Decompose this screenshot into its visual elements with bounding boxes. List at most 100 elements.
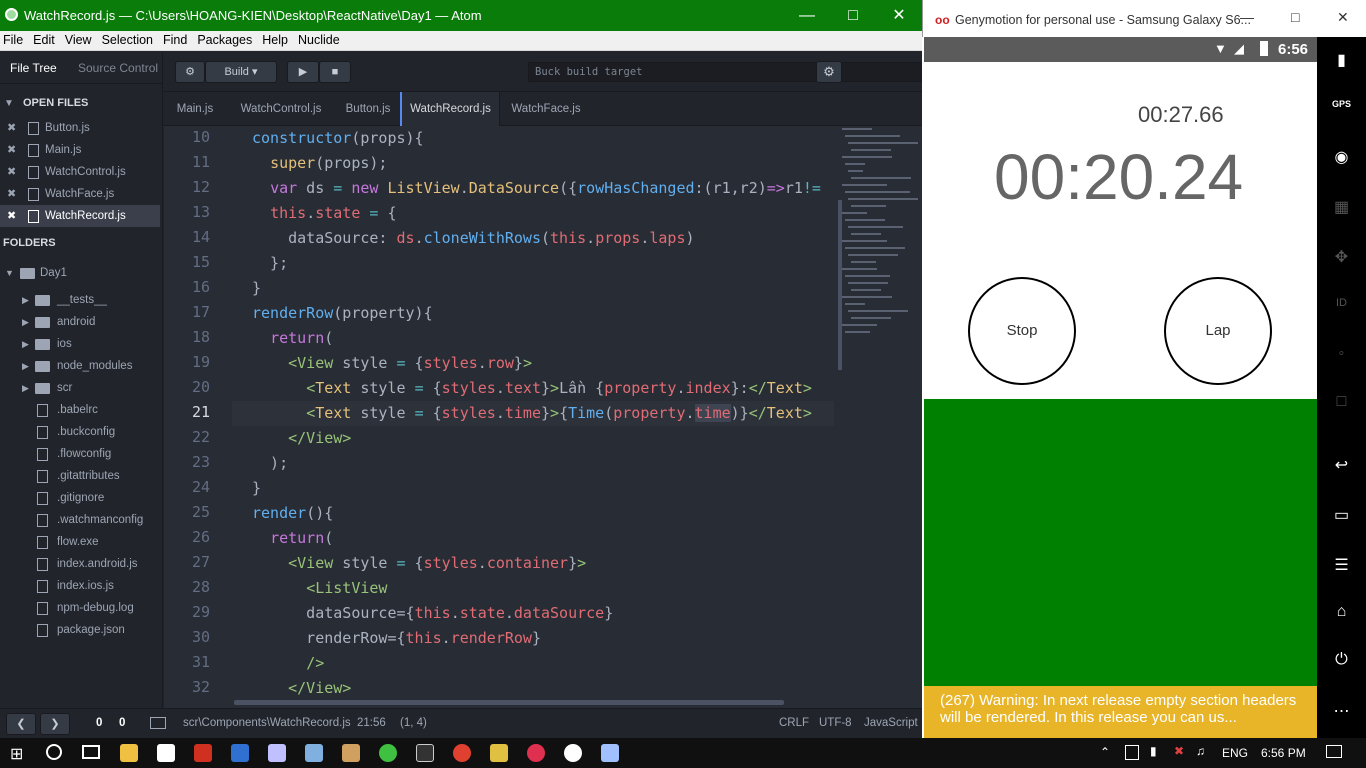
store-icon[interactable]	[157, 744, 175, 762]
file-item[interactable]: .flowconfig	[0, 443, 160, 465]
action-center-icon[interactable]	[1326, 745, 1342, 758]
build-tool-icon[interactable]: ⚙	[175, 61, 205, 83]
windows-start-icon[interactable]: ⊞	[10, 744, 23, 764]
app-icon[interactable]	[305, 744, 323, 762]
stop-icon[interactable]: ■	[319, 61, 351, 83]
app-icon[interactable]	[268, 744, 286, 762]
folders-header[interactable]: FOLDERS	[3, 237, 56, 249]
horizontal-scrollbar[interactable]	[234, 700, 784, 705]
taskbar-clock[interactable]: 6:56 PM	[1261, 746, 1306, 760]
close-file-icon[interactable]: ✖	[7, 205, 16, 227]
atom-taskbar-icon[interactable]	[379, 744, 397, 762]
folder-item[interactable]: ▶ __tests__	[0, 289, 160, 311]
capture-icon[interactable]: ▦	[1317, 197, 1366, 217]
buck-target-input[interactable]: Buck build target	[528, 62, 966, 82]
nav-forward-icon[interactable]: ❯	[40, 713, 70, 735]
id-icon[interactable]: ID	[1317, 297, 1366, 309]
genymotion-icon[interactable]	[527, 744, 545, 762]
close-file-icon[interactable]: ✖	[7, 139, 16, 161]
sms-icon[interactable]: □	[1317, 393, 1366, 411]
menu-edit[interactable]: Edit	[31, 31, 62, 47]
tab-button-js[interactable]: Button.js	[336, 92, 400, 126]
file-path[interactable]: scr\Components\WatchRecord.js	[183, 717, 351, 729]
menu-icon[interactable]: ☰	[1317, 555, 1366, 575]
error-count[interactable]: 0	[96, 717, 102, 729]
file-item[interactable]: index.ios.js	[0, 575, 160, 597]
minimize-icon[interactable]: —	[1240, 9, 1254, 25]
warning-count[interactable]: 0	[119, 717, 125, 729]
menu-file[interactable]: File	[1, 31, 30, 47]
folder-item[interactable]: ▶ android	[0, 311, 160, 333]
run-icon[interactable]: ▶	[287, 61, 319, 83]
grammar[interactable]: JavaScript	[864, 717, 918, 729]
task-view-icon[interactable]	[82, 745, 100, 759]
code-editor[interactable]: 10 11 12 13 14 15 16 17 18 19 20 21 22 23 24 25 26 27 28 29…	[164, 126, 922, 708]
file-explorer-icon[interactable]	[120, 744, 138, 762]
file-item[interactable]: index.android.js	[0, 553, 160, 575]
file-item[interactable]: .gitattributes	[0, 465, 160, 487]
file-item[interactable]: npm-debug.log	[0, 597, 160, 619]
tray-app-icon[interactable]	[1125, 745, 1139, 760]
cursor-position[interactable]: 21:56	[357, 717, 386, 729]
power-icon[interactable]: ⏻	[1317, 651, 1366, 669]
open-files-header[interactable]: OPEN FILES	[23, 97, 88, 109]
close-icon[interactable]: ✕	[876, 0, 922, 31]
tab-source-control[interactable]: Source Control	[78, 61, 158, 75]
build-select[interactable]: Build ▾	[205, 61, 277, 83]
minimize-icon[interactable]: —	[784, 0, 830, 31]
gps-icon[interactable]: GPS	[1317, 99, 1366, 109]
menu-find[interactable]: Find	[161, 31, 194, 47]
close-file-icon[interactable]: ✖	[7, 161, 16, 183]
menu-packages[interactable]: Packages	[195, 31, 259, 47]
open-file-item[interactable]: ✖ WatchControl.js	[0, 161, 160, 183]
tray-chevron-icon[interactable]: ⌃	[1100, 745, 1110, 759]
menu-help[interactable]: Help	[260, 31, 295, 47]
vertical-scrollbar[interactable]	[838, 200, 842, 370]
menu-nuclide[interactable]: Nuclide	[296, 31, 347, 47]
open-file-item[interactable]: ✖ WatchFace.js	[0, 183, 160, 205]
app-icon[interactable]	[194, 744, 212, 762]
close-file-icon[interactable]: ✖	[7, 183, 16, 205]
yellow-box-warning[interactable]: (267) Warning: In next release empty sec…	[924, 686, 1317, 738]
file-item[interactable]: .buckconfig	[0, 421, 160, 443]
network-icon[interactable]: ◦	[1317, 345, 1366, 363]
open-file-item[interactable]: ✖ Main.js	[0, 139, 160, 161]
tab-watchface-js[interactable]: WatchFace.js	[502, 92, 590, 126]
dpad-icon[interactable]: ✥	[1317, 247, 1366, 267]
maximize-icon[interactable]: □	[830, 0, 876, 31]
cmd-icon[interactable]	[416, 744, 434, 762]
app-icon[interactable]	[601, 744, 619, 762]
file-item[interactable]: .watchmanconfig	[0, 509, 160, 531]
network-tray-icon[interactable]: ✖	[1174, 744, 1184, 758]
genymotion-player-icon[interactable]	[564, 744, 582, 762]
file-item[interactable]: flow.exe	[0, 531, 160, 553]
recent-apps-icon[interactable]: ▭	[1317, 505, 1366, 525]
folder-item[interactable]: ▶ scr	[0, 377, 160, 399]
minimap[interactable]	[840, 126, 922, 366]
battery-widget-icon[interactable]: ▮	[1317, 50, 1366, 70]
chrome-icon[interactable]	[453, 744, 471, 762]
terminal-icon[interactable]	[150, 717, 166, 729]
selection-count[interactable]: (1, 4)	[400, 717, 427, 729]
menu-view[interactable]: View	[63, 31, 99, 47]
back-icon[interactable]: ↩	[1317, 455, 1366, 475]
stop-button[interactable]: Stop	[968, 277, 1076, 385]
webcam-icon[interactable]: ◉	[1317, 147, 1366, 167]
app-icon[interactable]	[490, 744, 508, 762]
tab-main-js[interactable]: Main.js	[164, 92, 226, 126]
tab-watchcontrol-js[interactable]: WatchControl.js	[226, 92, 336, 126]
more-icon[interactable]: ⋯	[1317, 701, 1366, 721]
folder-item[interactable]: ▶ ios	[0, 333, 160, 355]
file-item[interactable]: .babelrc	[0, 399, 160, 421]
file-item[interactable]: package.json	[0, 619, 160, 641]
tab-watchrecord-js[interactable]: WatchRecord.js	[400, 92, 500, 126]
close-file-icon[interactable]: ✖	[7, 117, 16, 139]
android-screen[interactable]: ▼ ◢ 6:56 00:27.66 00:20.24 Stop Lap (267…	[924, 37, 1317, 738]
volume-icon[interactable]: ♫	[1196, 744, 1205, 758]
cortana-icon[interactable]	[46, 744, 62, 760]
home-icon[interactable]: ⌂	[1317, 603, 1366, 621]
battery-tray-icon[interactable]: ▮	[1150, 744, 1157, 758]
app-icon[interactable]	[342, 744, 360, 762]
settings-gear-icon[interactable]: ⚙	[816, 61, 842, 83]
encoding[interactable]: UTF-8	[819, 717, 852, 729]
